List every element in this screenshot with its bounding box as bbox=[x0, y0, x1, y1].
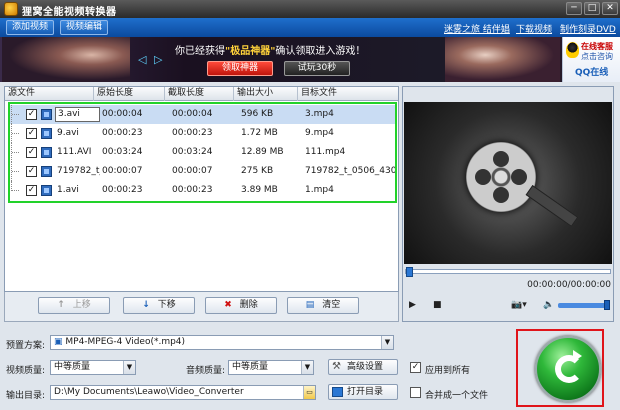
online-support[interactable]: 在线客服 点击咨询 QQ在线 bbox=[562, 37, 620, 82]
video-quality-value: 中等质量 bbox=[54, 362, 91, 372]
video-quality-label: 视频质量: bbox=[6, 366, 46, 376]
open-dir-label: 打开目录 bbox=[347, 387, 384, 397]
preview-panel: 00:00:00/00:00:00 ▶ ■ 📷▾ 🔈 bbox=[402, 86, 614, 322]
trial-button[interactable]: 试玩30秒 bbox=[284, 61, 350, 76]
link-game[interactable]: 迷雾之旅 结伴娼 bbox=[444, 22, 510, 35]
qq-penguin-icon bbox=[566, 42, 579, 58]
preview-screen bbox=[404, 102, 612, 264]
mp4-icon: ▣ bbox=[54, 337, 66, 347]
output-dir-field[interactable]: D:\My Documents\Leawo\Video_Converter ▭ bbox=[50, 385, 316, 400]
volume-icon[interactable]: 🔈 bbox=[543, 300, 554, 310]
title-bar: 狸窝全能视频转换器 ─ □ ✕ bbox=[0, 0, 620, 18]
file-list-header: 源文件 原始长度 截取长度 输出大小 目标文件 bbox=[5, 87, 398, 101]
close-button[interactable]: ✕ bbox=[602, 2, 618, 15]
clear-label: 清空 bbox=[322, 300, 341, 310]
move-up-button[interactable]: ↑ 上移 bbox=[38, 297, 110, 314]
progress-thumb[interactable] bbox=[406, 267, 413, 277]
col-output-size[interactable]: 输出大小 bbox=[234, 87, 298, 101]
banner-message: 你已经获得"极品神器"确认领取进入游戏！ bbox=[175, 42, 365, 57]
open-dir-button[interactable]: 打开目录 bbox=[328, 384, 398, 400]
window-title: 狸窝全能视频转换器 bbox=[22, 7, 117, 18]
banner-message-prefix: 你已经获得 bbox=[175, 46, 225, 57]
banner-next-icon[interactable]: ▷ bbox=[154, 53, 162, 66]
qq-online-link[interactable]: QQ在线 bbox=[575, 65, 608, 78]
menu-bar: 添加视频 视频编辑 迷雾之旅 结伴娼 下载视频 制作刻录DVD bbox=[0, 18, 620, 37]
preview-progress-slider[interactable] bbox=[405, 267, 611, 277]
video-edit-button[interactable]: 视频编辑 bbox=[60, 20, 109, 35]
col-source[interactable]: 源文件 bbox=[5, 87, 94, 101]
advanced-settings-button[interactable]: ⚒ 高级设置 bbox=[328, 359, 398, 375]
link-download-video[interactable]: 下载视频 bbox=[516, 22, 552, 35]
merge-checkbox[interactable] bbox=[410, 387, 421, 398]
claim-button[interactable]: 领取神器 bbox=[207, 61, 273, 76]
clear-list-icon: ▤ bbox=[305, 300, 315, 310]
chevron-down-icon: ▼ bbox=[123, 361, 135, 374]
convert-highlight-frame bbox=[516, 329, 604, 407]
preset-value: MP4-MPEG-4 Video(*.mp4) bbox=[65, 337, 186, 347]
volume-thumb[interactable] bbox=[604, 300, 610, 310]
chevron-down-icon: ▼ bbox=[301, 361, 313, 374]
banner-character-left bbox=[2, 37, 130, 82]
arrow-up-icon: ↑ bbox=[57, 300, 65, 310]
maximize-button[interactable]: □ bbox=[584, 2, 600, 15]
snapshot-camera-icon[interactable]: 📷▾ bbox=[511, 300, 527, 310]
link-burn-dvd[interactable]: 制作刻录DVD bbox=[560, 22, 616, 35]
move-down-label: 下移 bbox=[157, 300, 176, 310]
preview-time: 00:00:00/00:00:00 bbox=[527, 280, 611, 290]
file-list-toolbar: ↑ 上移 ↓ 下移 ✖ 删除 ▤ 清空 bbox=[4, 292, 399, 322]
banner-prev-icon[interactable]: ◁ bbox=[138, 53, 146, 66]
volume-slider[interactable] bbox=[558, 300, 610, 310]
audio-quality-label: 音频质量: bbox=[186, 366, 226, 376]
add-video-button[interactable]: 添加视频 bbox=[6, 20, 55, 35]
delete-button[interactable]: ✖ 删除 bbox=[205, 297, 277, 314]
output-dir-label: 输出目录: bbox=[6, 391, 46, 401]
film-reel-icon bbox=[466, 142, 579, 227]
audio-quality-value: 中等质量 bbox=[232, 362, 269, 372]
delete-x-icon: ✖ bbox=[224, 300, 232, 310]
support-consult-link[interactable]: 点击咨询 bbox=[581, 51, 613, 62]
selection-highlight-frame bbox=[8, 102, 397, 203]
output-settings: 预置方案: ▣ MP4-MPEG-4 Video(*.mp4) ▼ 视频质量: … bbox=[0, 326, 510, 410]
move-down-button[interactable]: ↓ 下移 bbox=[123, 297, 195, 314]
ad-banner[interactable]: ◁ ▷ 你已经获得"极品神器"确认领取进入游戏！ 领取神器 试玩30秒 在线客服… bbox=[0, 37, 620, 82]
delete-label: 删除 bbox=[239, 300, 258, 310]
video-quality-select[interactable]: 中等质量 ▼ bbox=[50, 360, 136, 375]
clear-button[interactable]: ▤ 清空 bbox=[287, 297, 359, 314]
col-target-file[interactable]: 目标文件 bbox=[298, 87, 398, 101]
tools-icon: ⚒ bbox=[332, 361, 341, 372]
app-logo-icon bbox=[4, 2, 18, 16]
apply-all-checkbox[interactable]: ✓ bbox=[410, 362, 421, 373]
preset-select[interactable]: ▣ MP4-MPEG-4 Video(*.mp4) ▼ bbox=[50, 335, 394, 350]
col-original-length[interactable]: 原始长度 bbox=[94, 87, 165, 101]
convert-button[interactable] bbox=[535, 336, 601, 402]
file-list[interactable]: 源文件 原始长度 截取长度 输出大小 目标文件 ✓ 3.avi 00:00:04… bbox=[4, 86, 399, 292]
move-up-label: 上移 bbox=[72, 300, 91, 310]
col-cut-length[interactable]: 截取长度 bbox=[165, 87, 234, 101]
stop-icon[interactable]: ■ bbox=[433, 300, 442, 310]
chevron-down-icon: ▼ bbox=[381, 336, 393, 349]
app-window: 狸窝全能视频转换器 ─ □ ✕ 添加视频 视频编辑 迷雾之旅 结伴娼 下载视频 … bbox=[0, 0, 620, 410]
arrow-down-icon: ↓ bbox=[142, 300, 150, 310]
banner-message-suffix: 确认领取进入游戏！ bbox=[275, 46, 366, 57]
minimize-button[interactable]: ─ bbox=[566, 2, 582, 15]
banner-character-right bbox=[445, 37, 560, 82]
audio-quality-select[interactable]: 中等质量 ▼ bbox=[228, 360, 314, 375]
apply-all-label: 应用到所有 bbox=[425, 366, 471, 376]
folder-open-icon bbox=[332, 387, 343, 397]
output-dir-value: D:\My Documents\Leawo\Video_Converter bbox=[54, 387, 244, 397]
play-icon[interactable]: ▶ bbox=[409, 300, 416, 310]
merge-label: 合并成一个文件 bbox=[425, 391, 489, 401]
folder-icon[interactable]: ▭ bbox=[303, 386, 315, 399]
preset-label: 预置方案: bbox=[6, 341, 46, 351]
banner-message-highlight: "极品神器" bbox=[225, 46, 276, 57]
advanced-settings-label: 高级设置 bbox=[347, 362, 384, 372]
